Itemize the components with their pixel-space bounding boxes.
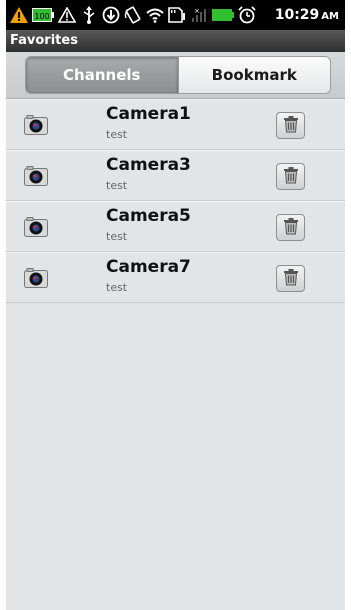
battery-100-icon: 100 xyxy=(32,6,54,24)
tab-bookmark[interactable]: Bookmark xyxy=(177,57,330,93)
usb-icon xyxy=(80,6,98,24)
list-item[interactable]: Camera5 test xyxy=(6,201,345,252)
camera-subtitle: test xyxy=(106,230,128,243)
page-title: Favorites xyxy=(6,30,345,52)
list-item[interactable]: Camera7 test xyxy=(6,252,345,303)
status-bar: 100 × 10:29 AM xyxy=(6,0,345,30)
signal-icon: × xyxy=(190,6,208,24)
trash-icon xyxy=(283,217,299,239)
download-icon xyxy=(102,6,120,24)
camera-name: Camera7 xyxy=(106,257,191,277)
camera-subtitle: test xyxy=(106,128,128,141)
app-screen: 100 × 10:29 AM Favorites Channels Bookma… xyxy=(6,0,345,610)
list-item[interactable]: Camera3 test xyxy=(6,150,345,201)
camera-icon xyxy=(24,166,48,186)
segmented-tabs: Channels Bookmark xyxy=(25,56,331,94)
favorites-list: Camera1 test Camera3 test Camera5 test C… xyxy=(6,99,345,303)
trash-icon xyxy=(283,166,299,188)
alert-triangle-icon xyxy=(58,6,76,24)
camera-name: Camera5 xyxy=(106,206,191,226)
trash-icon xyxy=(283,268,299,290)
rotate-icon xyxy=(124,6,142,24)
alarm-icon xyxy=(238,6,256,24)
delete-button[interactable] xyxy=(276,265,305,292)
camera-name: Camera1 xyxy=(106,104,191,124)
camera-subtitle: test xyxy=(106,179,128,192)
camera-icon xyxy=(24,268,48,288)
list-item[interactable]: Camera1 test xyxy=(6,99,345,150)
camera-icon xyxy=(24,217,48,237)
battery-icon xyxy=(212,6,234,24)
delete-button[interactable] xyxy=(276,112,305,139)
tab-bar: Channels Bookmark xyxy=(6,52,345,99)
status-time-ampm: AM xyxy=(321,11,339,22)
trash-icon xyxy=(283,115,299,137)
svg-text:100: 100 xyxy=(34,12,49,21)
status-time-value: 10:29 xyxy=(274,7,320,23)
camera-icon xyxy=(24,115,48,135)
camera-subtitle: test xyxy=(106,281,128,294)
tab-channels[interactable]: Channels xyxy=(26,57,178,93)
warning-icon xyxy=(10,6,28,24)
wifi-icon xyxy=(146,6,164,24)
delete-button[interactable] xyxy=(276,163,305,190)
delete-button[interactable] xyxy=(276,214,305,241)
svg-text:×: × xyxy=(194,7,200,15)
sd-card-icon xyxy=(168,6,186,24)
status-time: 10:29 AM xyxy=(275,7,339,23)
camera-name: Camera3 xyxy=(106,155,191,175)
